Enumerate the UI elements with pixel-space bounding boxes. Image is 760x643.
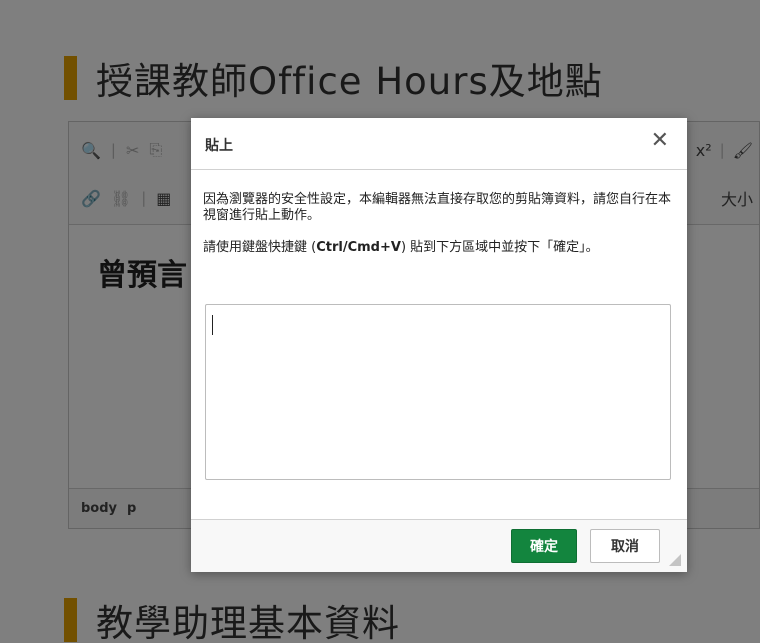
dialog-body: 因為瀏覽器的安全性設定，本編輯器無法直接存取您的剪貼簿資料，請您自行在本視窗進行… <box>203 192 673 272</box>
resize-handle-icon[interactable] <box>669 554 681 566</box>
close-icon[interactable]: ✕ <box>651 130 669 152</box>
shortcut-instruction: 請使用鍵盤快捷鍵 (Ctrl/Cmd+V) 貼到下方區域中並按下「確定」。 <box>203 240 673 256</box>
paste-dialog: 貼上 ✕ 因為瀏覽器的安全性設定，本編輯器無法直接存取您的剪貼簿資料，請您自行在… <box>191 118 687 572</box>
text-caret <box>212 315 213 335</box>
paste-input-area[interactable] <box>205 304 671 480</box>
dialog-footer: 確定 取消 <box>191 519 687 572</box>
instruction-suffix: ) 貼到下方區域中並按下「確定」。 <box>400 240 599 255</box>
dialog-title: 貼上 <box>205 138 233 154</box>
security-message: 因為瀏覽器的安全性設定，本編輯器無法直接存取您的剪貼簿資料，請您自行在本視窗進行… <box>203 192 672 223</box>
instruction-prefix: 請使用鍵盤快捷鍵 ( <box>203 240 317 255</box>
cancel-button[interactable]: 取消 <box>590 529 660 563</box>
dialog-header: 貼上 ✕ <box>191 118 687 170</box>
instruction-shortcut: Ctrl/Cmd+V <box>316 240 401 255</box>
ok-button[interactable]: 確定 <box>511 529 577 563</box>
